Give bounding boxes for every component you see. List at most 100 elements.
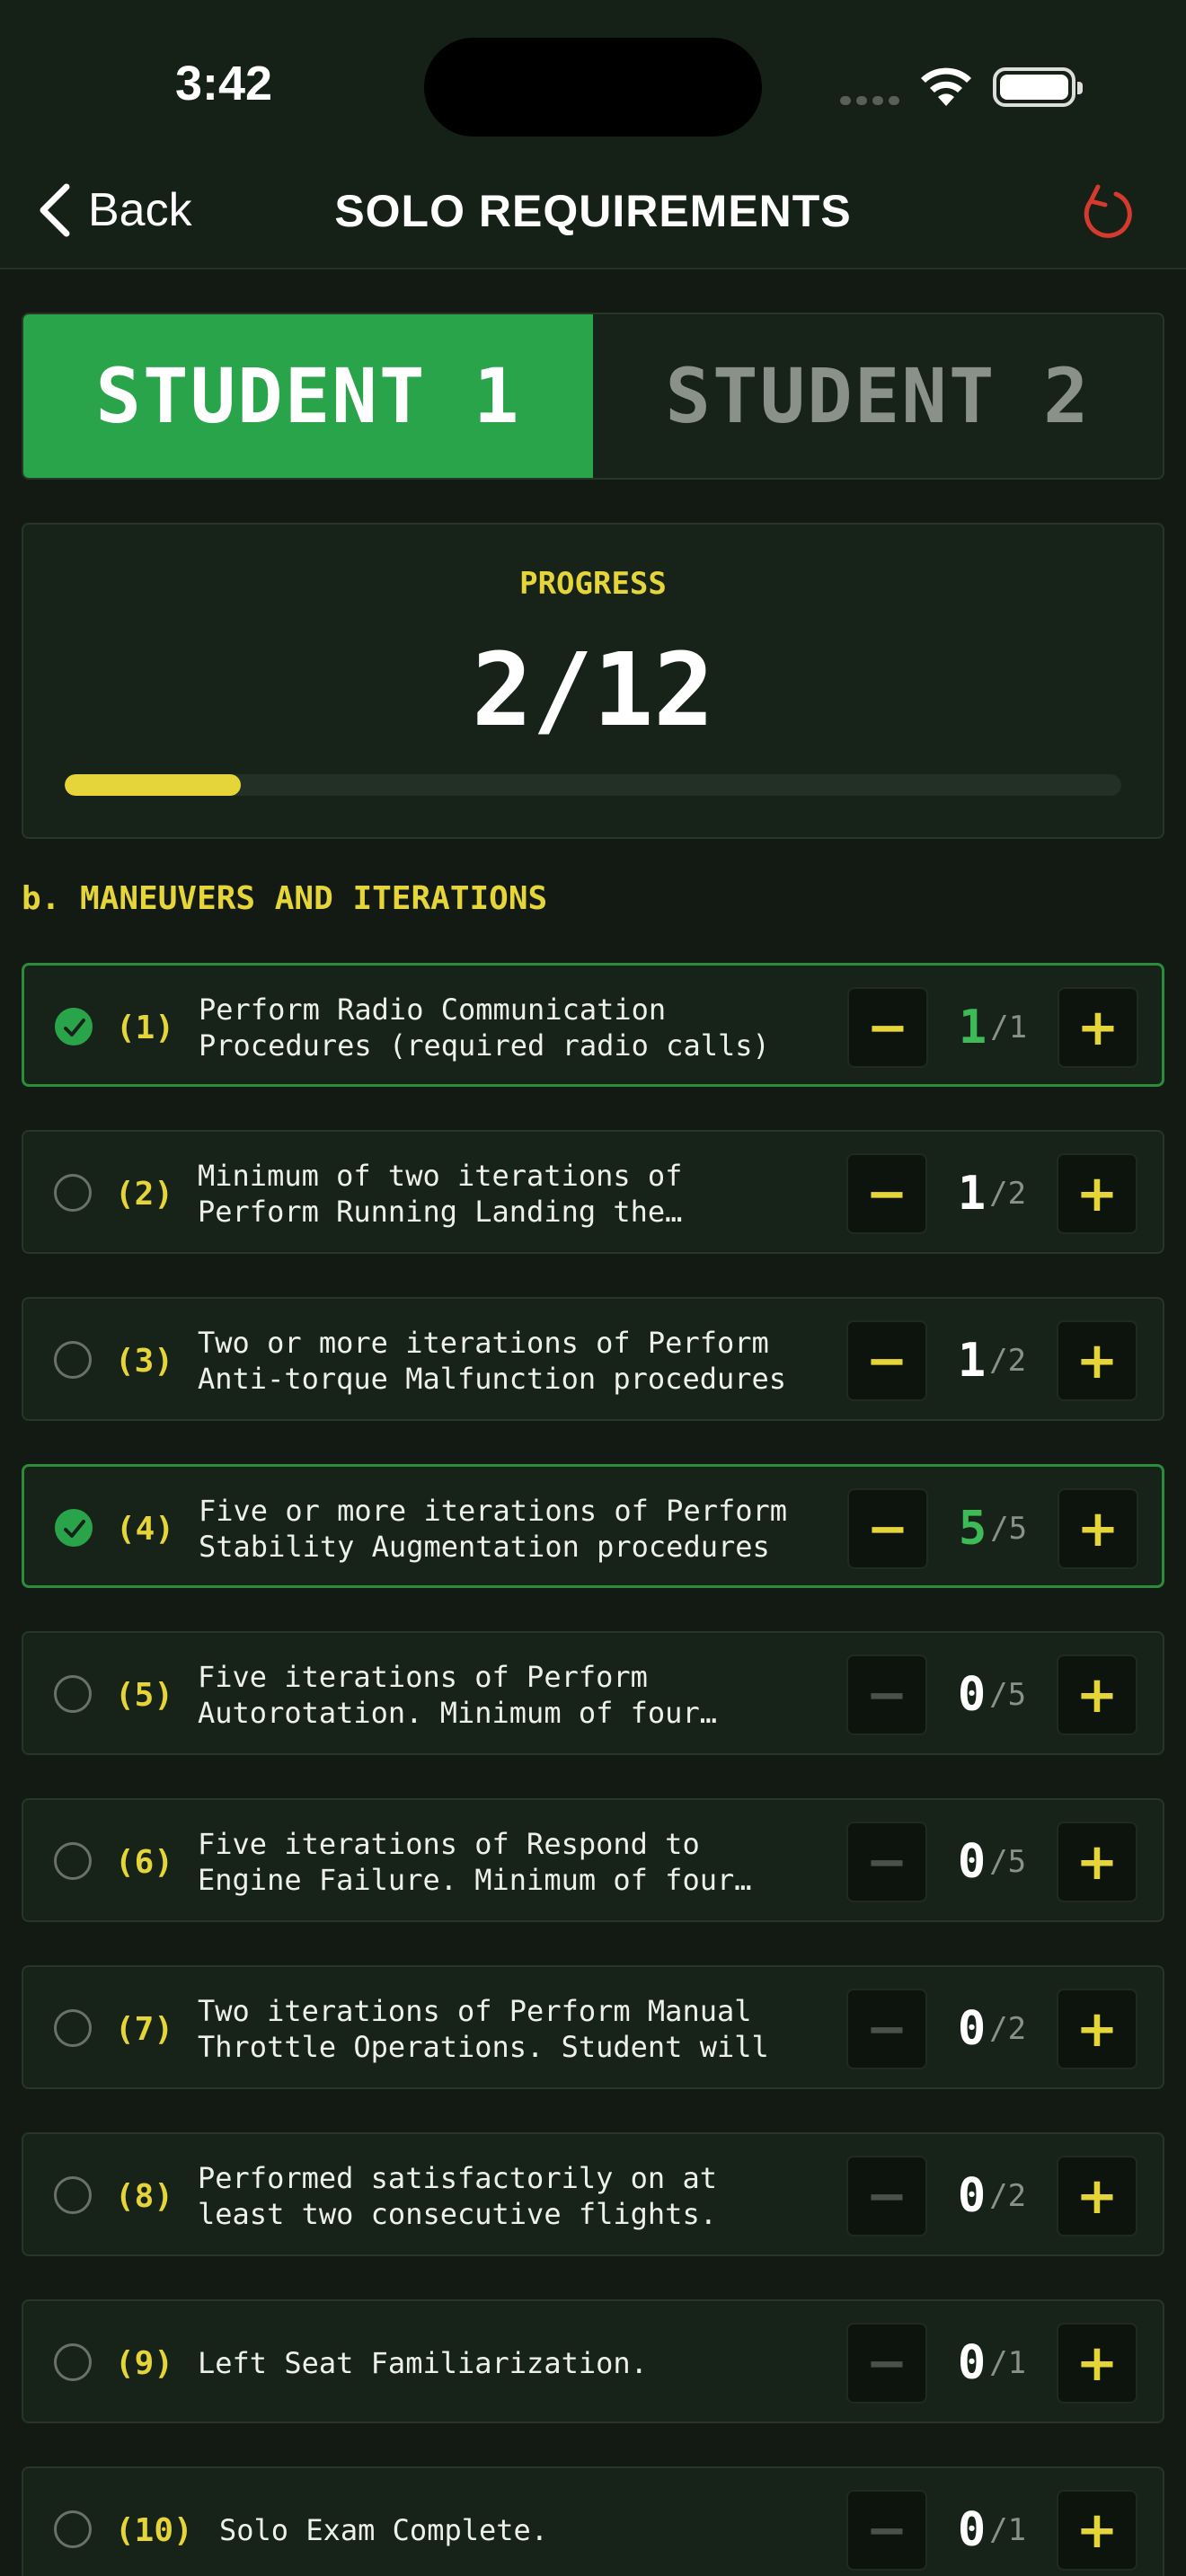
item-description-text: Two or more iterations of Perform Anti-t… bbox=[198, 1326, 787, 1396]
completion-checkbox[interactable] bbox=[54, 2176, 92, 2214]
increment-button[interactable]: + bbox=[1057, 1654, 1137, 1735]
current-count: 0 bbox=[957, 1835, 987, 1889]
item-description-text: Five iterations of Respond to Engine Fai… bbox=[198, 1827, 735, 1897]
student-tabs: STUDENT 1 STUDENT 2 bbox=[22, 313, 1164, 480]
battery-icon bbox=[993, 67, 1083, 107]
iteration-count: 5/5 bbox=[934, 1467, 1052, 1591]
plus-icon: + bbox=[1075, 1164, 1119, 1223]
item-description-text: Solo Exam Complete. bbox=[219, 2513, 549, 2547]
completion-checkbox[interactable] bbox=[55, 1509, 93, 1547]
section-title: b. MANEUVERS AND ITERATIONS bbox=[22, 880, 548, 917]
plus-icon: + bbox=[1075, 2501, 1119, 2560]
plus-icon: + bbox=[1076, 1499, 1120, 1558]
plus-icon: + bbox=[1075, 1665, 1119, 1725]
increment-button[interactable]: + bbox=[1057, 1320, 1137, 1401]
total-count: /2 bbox=[989, 1176, 1027, 1212]
item-number: (9) bbox=[115, 2344, 174, 2382]
plus-icon: + bbox=[1075, 1331, 1119, 1390]
status-bar: 3:42 bbox=[0, 0, 1186, 162]
checkmark-icon bbox=[64, 1019, 85, 1037]
plus-icon: + bbox=[1075, 1832, 1119, 1892]
completion-checkbox[interactable] bbox=[54, 2009, 92, 2047]
increment-button[interactable]: + bbox=[1057, 1989, 1137, 2069]
iteration-count: 0/2 bbox=[933, 1967, 1051, 2091]
item-number: (2) bbox=[115, 1175, 174, 1213]
total-count: /1 bbox=[989, 2512, 1027, 2548]
plus-icon: + bbox=[1075, 2166, 1119, 2226]
decrement-button[interactable]: − bbox=[846, 2490, 927, 2571]
item-number: (8) bbox=[115, 2177, 174, 2215]
dynamic-island bbox=[424, 38, 762, 137]
item-description: Two or more iterations of Perform Anti-t… bbox=[198, 1299, 818, 1423]
item-number: (4) bbox=[116, 1510, 175, 1548]
completion-checkbox[interactable] bbox=[54, 2343, 92, 2381]
nav-bar: Back SOLO REQUIREMENTS bbox=[0, 162, 1186, 269]
increment-button[interactable]: + bbox=[1057, 1153, 1137, 1234]
total-count: /1 bbox=[989, 2345, 1027, 2381]
completion-checkbox[interactable] bbox=[54, 2510, 92, 2548]
increment-button[interactable]: + bbox=[1057, 1822, 1137, 1902]
total-count: /2 bbox=[989, 2178, 1027, 2214]
decrement-button[interactable]: − bbox=[846, 2156, 927, 2236]
iteration-count: 1/2 bbox=[933, 1132, 1051, 1256]
current-count: 1 bbox=[957, 1167, 987, 1221]
list-item: (4) Five or more iterations of Perform S… bbox=[22, 1464, 1164, 1588]
decrement-button[interactable]: − bbox=[847, 987, 928, 1068]
reset-button[interactable] bbox=[1071, 181, 1136, 246]
current-count: 0 bbox=[957, 2002, 987, 2056]
minus-icon: − bbox=[865, 2501, 908, 2560]
decrement-button[interactable]: − bbox=[846, 1822, 927, 1902]
item-description-text: Five iterations of Perform Autorotation.… bbox=[198, 1660, 700, 1730]
progress-bar bbox=[65, 774, 1121, 796]
item-number: (10) bbox=[115, 2511, 193, 2549]
item-description: Five or more iterations of Perform Stabi… bbox=[199, 1467, 819, 1591]
minus-icon: − bbox=[865, 1164, 908, 1223]
item-number: (6) bbox=[115, 1843, 174, 1881]
item-number: (1) bbox=[116, 1009, 175, 1046]
completion-checkbox[interactable] bbox=[54, 1174, 92, 1212]
status-time: 3:42 bbox=[175, 57, 273, 110]
increment-button[interactable]: + bbox=[1058, 987, 1138, 1068]
iteration-count: 0/5 bbox=[933, 1633, 1051, 1757]
item-number: (7) bbox=[115, 2010, 174, 2048]
item-description: Minimum of two iterations of Perform Run… bbox=[198, 1132, 818, 1256]
list-item: (3) Two or more iterations of Perform An… bbox=[22, 1297, 1164, 1421]
increment-button[interactable]: + bbox=[1057, 2490, 1137, 2571]
progress-card: PROGRESS 2/12 bbox=[22, 523, 1164, 839]
current-count: 5 bbox=[958, 1502, 987, 1556]
iteration-count: 0/1 bbox=[933, 2468, 1051, 2576]
reset-arrow-icon bbox=[1084, 184, 1132, 238]
minus-icon: − bbox=[866, 998, 909, 1057]
item-description-text: Performed satisfactorily on at least two… bbox=[198, 2161, 717, 2231]
decrement-button[interactable]: − bbox=[847, 1488, 928, 1569]
item-description-text: Perform Radio Communication Procedures (… bbox=[199, 992, 770, 1063]
plus-icon: + bbox=[1075, 1999, 1119, 2059]
item-description-text: Five or more iterations of Perform Stabi… bbox=[199, 1494, 788, 1564]
iteration-count: 1/2 bbox=[933, 1299, 1051, 1423]
list-item: (10) Solo Exam Complete. − 0/1 + bbox=[22, 2466, 1164, 2576]
item-number: (3) bbox=[115, 1342, 174, 1380]
completion-checkbox[interactable] bbox=[54, 1675, 92, 1713]
total-count: /5 bbox=[989, 1844, 1027, 1880]
total-count: /5 bbox=[990, 1511, 1028, 1547]
list-item: (5) Five iterations of Perform Autorotat… bbox=[22, 1631, 1164, 1755]
completion-checkbox[interactable] bbox=[54, 1842, 92, 1880]
current-count: 0 bbox=[957, 1668, 987, 1722]
decrement-button[interactable]: − bbox=[846, 1320, 927, 1401]
tab-student-1[interactable]: STUDENT 1 bbox=[23, 314, 593, 478]
decrement-button[interactable]: − bbox=[846, 1153, 927, 1234]
decrement-button[interactable]: − bbox=[846, 2323, 927, 2404]
increment-button[interactable]: + bbox=[1057, 2323, 1137, 2404]
completion-checkbox[interactable] bbox=[54, 1341, 92, 1379]
total-count: /1 bbox=[990, 1010, 1028, 1045]
iteration-count: 0/2 bbox=[933, 2134, 1051, 2258]
decrement-button[interactable]: − bbox=[846, 1989, 927, 2069]
minus-icon: − bbox=[865, 1665, 908, 1725]
decrement-button[interactable]: − bbox=[846, 1654, 927, 1735]
tab-student-2[interactable]: STUDENT 2 bbox=[593, 314, 1163, 478]
completion-checkbox[interactable] bbox=[55, 1008, 93, 1045]
increment-button[interactable]: + bbox=[1057, 2156, 1137, 2236]
plus-icon: + bbox=[1075, 2333, 1119, 2393]
plus-icon: + bbox=[1076, 998, 1120, 1057]
increment-button[interactable]: + bbox=[1058, 1488, 1138, 1569]
